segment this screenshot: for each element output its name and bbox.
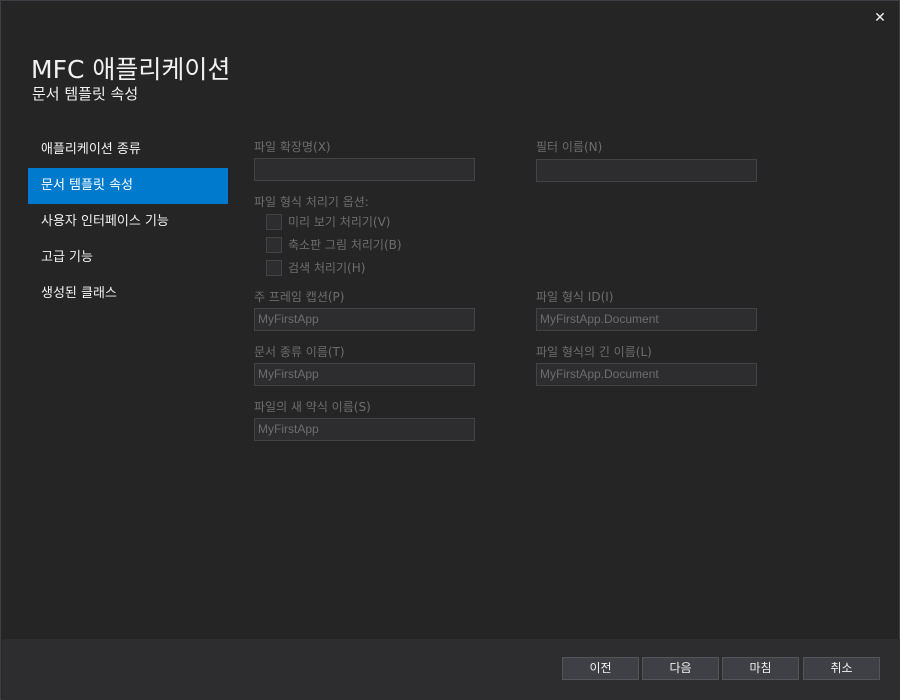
checkbox-box[interactable] — [266, 236, 282, 253]
file-type-id-field[interactable]: MyFirstApp.Document — [536, 308, 757, 331]
preview-handler-checkbox[interactable]: 미리 보기 처리기(V) — [266, 213, 390, 230]
doc-type-name-label: 문서 종류 이름(T) — [254, 345, 345, 359]
previous-button[interactable]: 이전 — [562, 657, 639, 680]
main-frame-caption-field[interactable]: MyFirstApp — [254, 308, 475, 331]
cancel-button[interactable]: 취소 — [803, 657, 880, 680]
file-new-short-name-field[interactable]: MyFirstApp — [254, 418, 475, 441]
search-handler-checkbox[interactable]: 검색 처리기(H) — [266, 259, 365, 276]
thumbnail-handler-label: 축소판 그림 처리기(B) — [288, 238, 402, 252]
sidebar-nav: 애플리케이션 종류 문서 템플릿 속성 사용자 인터페이스 기능 고급 기능 생… — [28, 132, 228, 312]
preview-handler-label: 미리 보기 처리기(V) — [288, 215, 391, 229]
filter-name-field[interactable] — [536, 159, 757, 182]
file-extension-field[interactable] — [254, 158, 475, 181]
sidebar-item-application-type[interactable]: 애플리케이션 종류 — [28, 132, 228, 168]
sidebar-item-advanced-features[interactable]: 고급 기능 — [28, 240, 228, 276]
page-subtitle: 문서 템플릿 속성 — [32, 85, 139, 103]
file-type-long-name-field[interactable]: MyFirstApp.Document — [536, 363, 757, 386]
wizard-title: MFC 애플리케이션 — [31, 55, 231, 84]
file-type-id-label: 파일 형식 ID(I) — [536, 290, 614, 304]
file-new-short-name-label: 파일의 새 약식 이름(S) — [254, 400, 371, 414]
file-type-long-name-label: 파일 형식의 긴 이름(L) — [536, 345, 652, 359]
wizard-window: ✕ MFC 애플리케이션 문서 템플릿 속성 애플리케이션 종류 문서 템플릿 … — [0, 0, 900, 700]
checkbox-box[interactable] — [266, 259, 282, 276]
file-type-options-label: 파일 형식 처리기 옵션: — [254, 195, 369, 209]
checkbox-box[interactable] — [266, 213, 282, 230]
main-frame-caption-label: 주 프레임 캡션(P) — [254, 290, 345, 304]
next-button[interactable]: 다음 — [642, 657, 719, 680]
search-handler-label: 검색 처리기(H) — [288, 261, 366, 275]
filter-name-label: 필터 이름(N) — [536, 140, 603, 154]
doc-type-name-field[interactable]: MyFirstApp — [254, 363, 475, 386]
close-icon[interactable]: ✕ — [871, 9, 889, 27]
sidebar-item-ui-features[interactable]: 사용자 인터페이스 기능 — [28, 204, 228, 240]
finish-button[interactable]: 마침 — [722, 657, 799, 680]
file-extension-label: 파일 확장명(X) — [254, 140, 331, 154]
thumbnail-handler-checkbox[interactable]: 축소판 그림 처리기(B) — [266, 236, 402, 253]
sidebar-item-document-template[interactable]: 문서 템플릿 속성 — [28, 168, 228, 204]
sidebar-item-generated-classes[interactable]: 생성된 클래스 — [28, 276, 228, 312]
